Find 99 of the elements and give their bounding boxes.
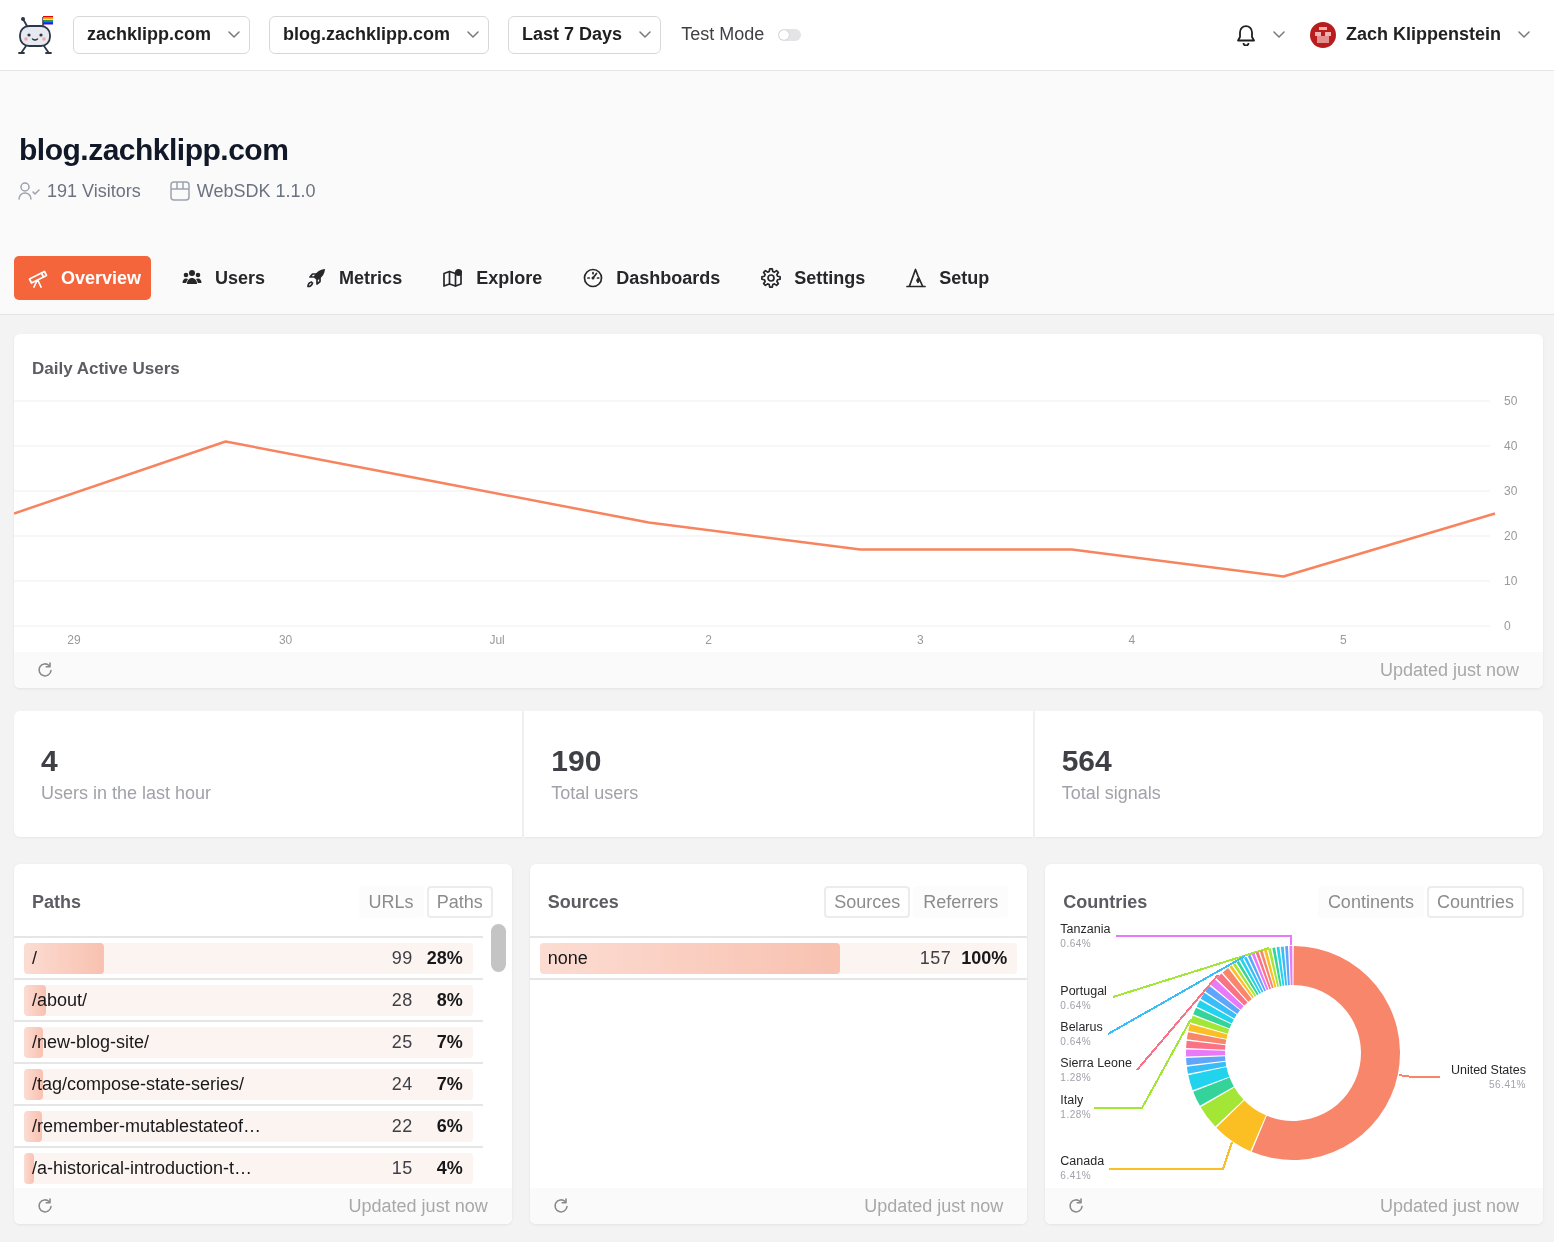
- panel-title: Countries: [1063, 891, 1148, 913]
- x-axis-label: Jul: [489, 633, 505, 647]
- chevron-down-icon: [1518, 31, 1530, 38]
- y-axis-label: 20: [1504, 529, 1518, 543]
- nav-tab[interactable]: Dashboards: [569, 256, 731, 300]
- refresh-icon[interactable]: [552, 1198, 569, 1214]
- refresh-icon[interactable]: [37, 662, 53, 678]
- share-value: 28%: [425, 947, 463, 969]
- visitors-count: 191 Visitors: [47, 180, 141, 202]
- share-value: 100%: [961, 947, 1008, 969]
- count-value: 24: [391, 1073, 413, 1095]
- country-label: Sierra Leone: [1060, 1055, 1132, 1071]
- share-value: 7%: [435, 1073, 463, 1095]
- x-axis-label: 30: [278, 633, 293, 647]
- country-label: Canada: [1060, 1153, 1105, 1169]
- y-axis-label: 40: [1504, 439, 1518, 453]
- dropdown-button[interactable]: Last 7 Days: [508, 15, 662, 54]
- country-share: 6.41%: [1060, 1169, 1093, 1183]
- sdk-version: WebSDK 1.1.0: [196, 180, 316, 202]
- gauge-icon: [583, 268, 604, 288]
- updated-label: Updated just now: [348, 1195, 488, 1217]
- x-axis-label: 4: [1128, 633, 1136, 647]
- y-axis-label: 30: [1504, 484, 1518, 498]
- map-icon: [443, 268, 464, 288]
- path-label: /a-historical-introduction-t…: [32, 1157, 254, 1179]
- stat-value: 564: [1061, 743, 1112, 779]
- country-share: 0.64%: [1060, 1035, 1093, 1049]
- count-value: 15: [391, 1157, 413, 1179]
- country-label: Italy: [1060, 1092, 1085, 1108]
- source-label: none: [547, 947, 589, 969]
- country-share: 0.64%: [1060, 937, 1093, 951]
- country-label: Belarus: [1060, 1019, 1103, 1035]
- stat-label: Total users: [551, 782, 639, 804]
- chart-title: Daily Active Users: [32, 359, 180, 378]
- x-axis-label: 3: [916, 633, 924, 647]
- nav-tab[interactable]: Explore: [429, 256, 553, 300]
- stat-value: 190: [551, 743, 602, 779]
- count-value: 22: [391, 1115, 413, 1137]
- chevron-down-icon: [1272, 31, 1285, 38]
- count-value: 25: [391, 1031, 413, 1053]
- count-value: 157: [919, 947, 952, 969]
- nav-tab[interactable]: Settings: [747, 256, 876, 300]
- y-axis-label: 10: [1504, 574, 1518, 588]
- updated-label: Updated just now: [1379, 659, 1519, 681]
- chevron-down-icon: [639, 31, 652, 38]
- path-label: /: [32, 947, 38, 969]
- x-axis-label: 29: [67, 633, 81, 647]
- updated-label: Updated just now: [1379, 1195, 1519, 1217]
- count-value: 28: [391, 989, 413, 1011]
- x-axis-label: 5: [1340, 633, 1347, 647]
- country-label: Tanzania: [1060, 921, 1111, 937]
- telescope-icon: [28, 268, 48, 288]
- x-axis-label: 2: [705, 633, 713, 647]
- settings-icon: [761, 268, 782, 288]
- country-share: 1.28%: [1060, 1071, 1093, 1085]
- user-check-icon: [18, 182, 40, 200]
- stat-label: Total signals: [1061, 782, 1161, 804]
- stat-label: Users in the last hour: [41, 782, 212, 804]
- count-value: 99: [391, 947, 413, 969]
- dropdown-button[interactable]: blog.zachklipp.com: [269, 15, 490, 54]
- refresh-icon[interactable]: [37, 1198, 53, 1214]
- toggle-switch[interactable]: [778, 28, 802, 41]
- country-share: 56.41%: [1489, 1078, 1526, 1092]
- rocket-icon: [306, 268, 327, 288]
- chevron-down-icon: [467, 31, 480, 38]
- refresh-icon[interactable]: [1068, 1198, 1085, 1214]
- user-menu-button[interactable]: Zach Klippenstein: [1309, 19, 1530, 50]
- package-icon: [169, 181, 190, 201]
- share-value: 4%: [435, 1157, 463, 1179]
- path-label: /remember-mutablestateof…: [32, 1115, 263, 1137]
- share-value: 8%: [435, 989, 463, 1011]
- nav-tab[interactable]: Metrics: [292, 256, 413, 300]
- updated-label: Updated just now: [864, 1195, 1004, 1217]
- country-share: 0.64%: [1060, 999, 1093, 1013]
- avatar-icon: [1309, 21, 1336, 48]
- scrollbar-thumb[interactable]: [490, 924, 506, 972]
- panel-title: Sources: [547, 891, 619, 913]
- panel-title: Paths: [32, 891, 82, 913]
- share-value: 6%: [435, 1115, 463, 1137]
- test-mode-label: Test Mode: [681, 24, 765, 45]
- chevron-down-icon: [228, 31, 241, 38]
- path-label: /new-blog-site/: [32, 1031, 151, 1053]
- nav-tab[interactable]: Setup: [892, 256, 1000, 300]
- country-label: Portugal: [1060, 983, 1107, 999]
- y-axis-label: 50: [1504, 394, 1518, 408]
- nav-tab[interactable]: Users: [168, 256, 276, 300]
- country-label: United States: [1450, 1062, 1526, 1078]
- stat-value: 4: [41, 743, 58, 779]
- share-value: 7%: [435, 1031, 463, 1053]
- path-label: /about/: [32, 989, 89, 1011]
- country-share: 1.28%: [1060, 1108, 1092, 1122]
- bell-icon: [1235, 23, 1256, 46]
- wizard-hat-icon: [906, 268, 927, 288]
- robot-logo-icon: [17, 15, 53, 54]
- dropdown-button[interactable]: zachklipp.com: [73, 15, 251, 54]
- path-label: /tag/compose-state-series/: [32, 1073, 246, 1095]
- y-axis-label: 0: [1504, 619, 1511, 633]
- page-title: blog.zachklipp.com: [19, 132, 289, 168]
- segment-tab[interactable]: Countries: [1426, 886, 1524, 918]
